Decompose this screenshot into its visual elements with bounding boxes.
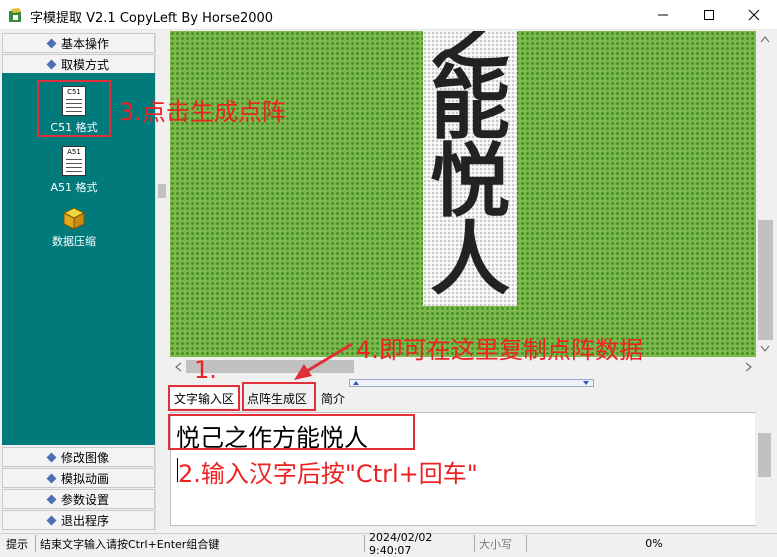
a51-format-tool[interactable]: A51 A51 格式 <box>34 146 114 195</box>
nav-label: 模拟动画 <box>60 471 109 486</box>
nav-label: 参数设置 <box>60 492 109 507</box>
minimize-button[interactable] <box>640 0 686 30</box>
splitter-handle[interactable] <box>349 379 594 387</box>
a51-format-icon: A51 <box>62 146 86 176</box>
app-icon <box>7 6 25 24</box>
tool-label: 数据压缩 <box>52 235 96 248</box>
diamond-icon <box>46 494 57 504</box>
data-compress-tool[interactable]: 数据压缩 <box>34 205 114 249</box>
nav-label: 基本操作 <box>60 36 109 51</box>
matrix-char: 能 <box>430 56 510 150</box>
compress-cube-icon <box>61 205 87 231</box>
nav-label: 修改图像 <box>60 450 109 465</box>
matrix-char: 人 <box>430 212 510 306</box>
tab-intro[interactable]: 简介 <box>317 388 357 408</box>
dot-matrix-glyphs: 之 能 悦 人 <box>423 31 517 306</box>
annotation-step3: 3.点击生成点阵 <box>119 98 286 126</box>
input-vertical-scrollbar[interactable] <box>755 413 775 525</box>
status-datetime: 2024/02/02 9:40:07 <box>364 531 472 557</box>
close-icon <box>748 9 760 21</box>
annotation-box-c51 <box>37 80 111 137</box>
nav-edit-image[interactable]: 修改图像 <box>2 447 155 467</box>
tool-label: A51 格式 <box>50 181 98 194</box>
diamond-icon <box>46 38 57 48</box>
nav-label: 取模方式 <box>60 57 109 72</box>
annotation-arrow <box>294 342 353 380</box>
minimize-icon <box>658 14 668 16</box>
maximize-button[interactable] <box>686 0 732 30</box>
diamond-icon <box>46 473 57 483</box>
diamond-icon <box>46 452 57 462</box>
nav-simulate-animation[interactable]: 模拟动画 <box>2 468 155 488</box>
nav-exit[interactable]: 退出程序 <box>2 510 155 530</box>
status-hint-label: 提示 <box>6 537 28 551</box>
close-button[interactable] <box>731 0 777 30</box>
nav-settings[interactable]: 参数设置 <box>2 489 155 509</box>
maximize-icon <box>704 10 714 20</box>
annotation-step4: 4.即可在这里复制点阵数据 <box>356 336 643 364</box>
status-case-indicator: 大小写 <box>474 535 524 552</box>
status-hint-text: 结束文字输入请按Ctrl+Enter组合键 <box>35 535 360 552</box>
diamond-icon <box>46 59 57 69</box>
nav-sampling-mode[interactable]: 取模方式 <box>2 54 155 74</box>
annotation-box-input <box>168 414 415 450</box>
window-title: 字模提取 V2.1 CopyLeft By Horse2000 <box>30 11 274 26</box>
tab-label: 简介 <box>321 391 346 406</box>
diamond-icon <box>46 515 57 525</box>
matrix-char: 悦 <box>430 134 510 228</box>
scroll-thumb[interactable] <box>758 220 773 340</box>
annotation-step2: 2.输入汉字后按"Ctrl+回车" <box>178 460 478 488</box>
annotation-box-text-tab <box>168 385 240 411</box>
nav-label: 退出程序 <box>60 513 109 528</box>
status-progress: 0% <box>526 535 777 552</box>
annotation-step1: 1. <box>194 356 217 384</box>
nav-basic-ops[interactable]: 基本操作 <box>2 33 155 53</box>
